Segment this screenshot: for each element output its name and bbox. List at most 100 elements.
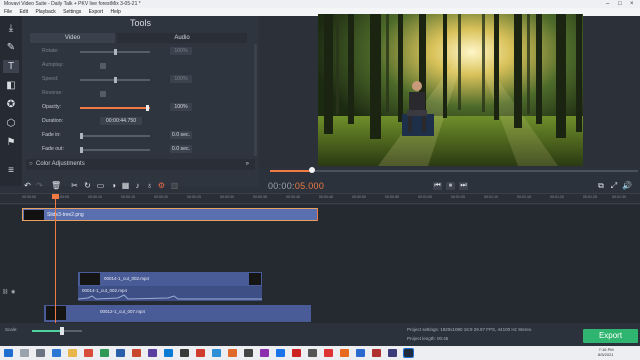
audio-icon[interactable]: ♪ bbox=[133, 181, 142, 191]
previous-frame-button[interactable]: ⏮ bbox=[433, 182, 442, 190]
record-icon[interactable]: ⚙ bbox=[157, 181, 166, 191]
next-frame-button[interactable]: ⏭ bbox=[459, 182, 468, 190]
system-clock[interactable]: 7:16 PM 8/5/2021 bbox=[598, 347, 614, 357]
clip-trim-handle[interactable] bbox=[317, 209, 318, 221]
reverse-checkbox[interactable] bbox=[100, 90, 106, 97]
timecode-static: 00:00: bbox=[268, 181, 295, 191]
rotate-slider[interactable] bbox=[80, 49, 150, 55]
app-icon[interactable] bbox=[260, 349, 269, 357]
transitions-icon[interactable]: ⬡ bbox=[3, 117, 19, 130]
menu-file[interactable]: File bbox=[4, 9, 12, 15]
opacity-slider[interactable] bbox=[80, 105, 150, 111]
app-icon[interactable] bbox=[196, 349, 205, 357]
app-icon[interactable] bbox=[308, 349, 317, 357]
stickers-icon[interactable]: ✪ bbox=[3, 98, 19, 111]
import-icon[interactable]: ⤓ bbox=[3, 22, 19, 35]
teams-icon[interactable] bbox=[148, 349, 157, 357]
app-icon[interactable] bbox=[372, 349, 381, 357]
word-icon[interactable] bbox=[116, 349, 125, 357]
menu-playback[interactable]: Playback bbox=[35, 9, 55, 15]
rotate-value[interactable]: 100% bbox=[170, 47, 192, 55]
rotate-icon[interactable]: ↻ bbox=[83, 181, 92, 191]
project-settings[interactable]: Project settings: 1920x1080 16:9 29.97 F… bbox=[407, 327, 531, 332]
clip-audio-a[interactable]: 00014-1_cut_002.mp4 bbox=[78, 286, 262, 301]
edge-icon[interactable] bbox=[52, 349, 61, 357]
equalizer-icon[interactable]: ▥ bbox=[170, 181, 179, 191]
menu-export[interactable]: Export bbox=[89, 9, 103, 15]
app-icon[interactable] bbox=[228, 349, 237, 357]
app-icon[interactable] bbox=[324, 349, 333, 357]
crop-icon[interactable]: ▭ bbox=[96, 181, 105, 191]
menu-settings[interactable]: Settings bbox=[63, 9, 81, 15]
playhead[interactable] bbox=[55, 195, 56, 323]
app-icon[interactable] bbox=[292, 349, 301, 357]
motion-icon[interactable]: ⚑ bbox=[3, 136, 19, 149]
app-icon[interactable] bbox=[212, 349, 221, 357]
fade-out-value[interactable]: 0.0 sec. bbox=[170, 145, 192, 153]
pause-button[interactable]: ⏸ bbox=[446, 182, 455, 190]
explorer-icon[interactable] bbox=[68, 349, 77, 357]
undo-icon[interactable]: ↶ bbox=[23, 181, 32, 191]
collapse-icon[interactable]: » bbox=[246, 159, 249, 170]
pen-icon[interactable]: ✎ bbox=[3, 41, 19, 54]
audio-waveform bbox=[78, 294, 262, 300]
tab-audio[interactable]: Audio bbox=[117, 33, 247, 43]
search-icon[interactable] bbox=[20, 349, 29, 357]
menu-edit[interactable]: Edit bbox=[19, 9, 28, 15]
track-mute-icon[interactable]: ◉ bbox=[11, 289, 15, 295]
image-icon[interactable]: ▦ bbox=[121, 181, 130, 191]
fade-out-slider[interactable] bbox=[80, 147, 150, 153]
preview-scrubber[interactable] bbox=[270, 170, 638, 172]
color-icon[interactable]: ◑ bbox=[109, 181, 118, 191]
duration-field[interactable]: 00:00:44.750 bbox=[100, 117, 142, 125]
more-icon[interactable]: ≡ bbox=[3, 164, 19, 177]
detach-icon[interactable]: ⧉ bbox=[596, 181, 606, 191]
opacity-value[interactable]: 100% bbox=[170, 103, 192, 111]
speed-slider[interactable] bbox=[80, 77, 150, 83]
powerpoint-icon[interactable] bbox=[132, 349, 141, 357]
color-adjustments-section[interactable]: ○ Color Adjustments » bbox=[26, 159, 255, 170]
autoplay-checkbox[interactable] bbox=[100, 62, 106, 69]
ruler-tick: 00:00:25 bbox=[187, 195, 201, 199]
clip-video-a[interactable]: 00014-1_cut_002.mp4 bbox=[78, 272, 262, 286]
delete-icon[interactable]: 🗑 bbox=[51, 181, 61, 191]
volume-icon[interactable]: 🔊 bbox=[622, 181, 632, 191]
track-link-icon[interactable]: ⛓ bbox=[2, 289, 8, 295]
scrubber-handle[interactable] bbox=[309, 167, 315, 173]
app-icon[interactable] bbox=[244, 349, 253, 357]
close-button[interactable]: × bbox=[630, 0, 634, 8]
task-view-icon[interactable] bbox=[36, 349, 45, 357]
fade-in-slider[interactable] bbox=[80, 133, 150, 139]
start-icon[interactable] bbox=[4, 349, 13, 357]
excel-icon[interactable] bbox=[100, 349, 109, 357]
speed-value[interactable]: 100% bbox=[170, 75, 192, 83]
reverse-row: Reverse: bbox=[42, 89, 257, 98]
redo-icon[interactable]: ↷ bbox=[35, 181, 44, 191]
export-button[interactable]: Export bbox=[583, 329, 638, 343]
menu-help[interactable]: Help bbox=[110, 9, 120, 15]
app-icon[interactable] bbox=[356, 349, 365, 357]
clip-slide-image[interactable]: Slide3-tree2.png bbox=[22, 208, 318, 221]
fullscreen-icon[interactable]: ⤢ bbox=[609, 181, 619, 191]
app-icon[interactable] bbox=[340, 349, 349, 357]
filters-icon[interactable]: ◧ bbox=[3, 79, 19, 92]
mic-icon[interactable]: ♁ bbox=[145, 181, 154, 191]
chrome-icon[interactable] bbox=[84, 349, 93, 357]
fade-in-value[interactable]: 0.0 sec. bbox=[170, 131, 192, 139]
timeline-ruler[interactable]: 00:00:00 00:00:05 00:00:10 00:00:15 00:0… bbox=[0, 193, 640, 204]
clip-video-b[interactable]: 00012-1_cut_007.mp4 bbox=[44, 305, 311, 322]
tab-video[interactable]: Video bbox=[30, 33, 115, 43]
panel-scrollbar[interactable] bbox=[254, 44, 257, 156]
app-icon[interactable] bbox=[276, 349, 285, 357]
maximize-button[interactable]: □ bbox=[618, 0, 622, 8]
minimize-button[interactable]: – bbox=[606, 0, 609, 8]
split-icon[interactable]: ✂ bbox=[70, 181, 79, 191]
radio-icon: ○ bbox=[29, 161, 33, 167]
outlook-icon[interactable] bbox=[164, 349, 173, 357]
titles-icon[interactable]: T bbox=[3, 60, 19, 73]
scale-handle[interactable] bbox=[60, 327, 64, 335]
app-icon[interactable] bbox=[388, 349, 397, 357]
terminal-icon[interactable] bbox=[180, 349, 189, 357]
reverse-label: Reverse: bbox=[42, 90, 63, 96]
movavi-icon[interactable] bbox=[403, 348, 414, 358]
